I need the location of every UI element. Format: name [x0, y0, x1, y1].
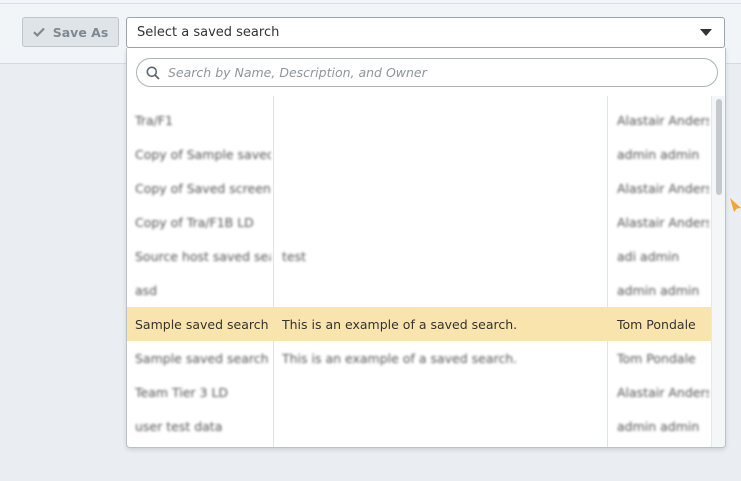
saved-search-name: Copy of Tra/F1B LD: [135, 214, 254, 230]
search-icon: [146, 66, 160, 80]
saved-search-owner: admin admin: [617, 418, 700, 434]
list-scrollbar[interactable]: [711, 96, 725, 447]
saved-search-row[interactable]: Sample saved search This is an example of…: [127, 341, 711, 375]
saved-search-description: [282, 137, 602, 171]
saved-search-owner: Alastair Anderson: [617, 214, 709, 230]
saved-search-row[interactable]: Team Tier 3 LD Alastair Anderson: [127, 375, 711, 409]
saved-search-owner: adi admin: [617, 248, 680, 264]
saved-search-select[interactable]: Select a saved search: [126, 17, 725, 48]
saved-search-row[interactable]: Source host saved search test adi admin: [127, 239, 711, 273]
saved-search-owner: admin admin: [617, 146, 700, 162]
saved-search-row[interactable]: Copy of Sample saved search admin admin: [127, 137, 711, 171]
saved-search-description: [282, 273, 602, 307]
saved-search-description: [282, 409, 602, 443]
save-as-button[interactable]: Save As: [22, 17, 119, 47]
saved-search-owner: Alastair Anderson: [617, 384, 709, 400]
saved-search-description: This is an example of a saved search.: [282, 316, 518, 332]
saved-search-description: This is an example of a saved search.: [282, 350, 518, 366]
saved-search-row[interactable]: Copy of Tra/F1B LD Alastair Anderson: [127, 205, 711, 239]
saved-search-row[interactable]: Tra/F1 Alastair Anderson: [127, 103, 711, 137]
saved-search-name: asd: [135, 282, 158, 298]
saved-search-description: [282, 171, 602, 205]
saved-search-list: Tra/F1 Alastair Anderson Copy of Sample sa…: [127, 96, 725, 447]
saved-search-description: [282, 103, 602, 137]
check-icon: [32, 27, 45, 37]
saved-search-select-label: Select a saved search: [137, 25, 280, 40]
saved-search-row[interactable]: user test data admin admin: [127, 409, 711, 443]
saved-search-name: Copy of Saved screen search: [135, 180, 271, 196]
saved-search-owner: Tom Pondale: [617, 316, 696, 332]
saved-search-description: [282, 375, 602, 409]
saved-search-owner: admin admin: [617, 282, 700, 298]
saved-search-owner: Tom Pondale: [617, 350, 696, 366]
saved-search-name: Tra/F1: [135, 112, 173, 128]
saved-search-name: user test data: [135, 418, 223, 434]
saved-search-row[interactable]: Copy of Saved screen search Alastair Ande…: [127, 171, 711, 205]
saved-search-dropdown: Tra/F1 Alastair Anderson Copy of Sample sa…: [126, 48, 726, 448]
saved-search-name: Team Tier 3 LD: [135, 384, 229, 400]
saved-search-name: Sample saved search: [135, 350, 269, 366]
saved-search-owner: Alastair Anderson: [617, 112, 709, 128]
saved-search-filter-input[interactable]: [166, 64, 710, 81]
list-scrollbar-thumb[interactable]: [716, 99, 722, 195]
saved-search-description: [282, 205, 602, 239]
toolbar-divider: [0, 3, 741, 4]
orange-arrow-icon: [730, 198, 741, 212]
saved-search-name: Sample saved search: [135, 316, 269, 332]
saved-search-name: Copy of Sample saved search: [135, 146, 271, 162]
saved-search-filter[interactable]: [136, 58, 718, 87]
caret-down-icon[interactable]: [700, 29, 712, 37]
saved-search-owner: Alastair Anderson: [617, 180, 709, 196]
saved-search-description: test: [282, 248, 307, 264]
saved-search-row[interactable]: asd admin admin: [127, 273, 711, 307]
save-as-label: Save As: [52, 24, 109, 40]
saved-search-row[interactable]: Sample saved search This is an example of…: [127, 307, 711, 341]
saved-search-name: Source host saved search: [135, 248, 271, 264]
